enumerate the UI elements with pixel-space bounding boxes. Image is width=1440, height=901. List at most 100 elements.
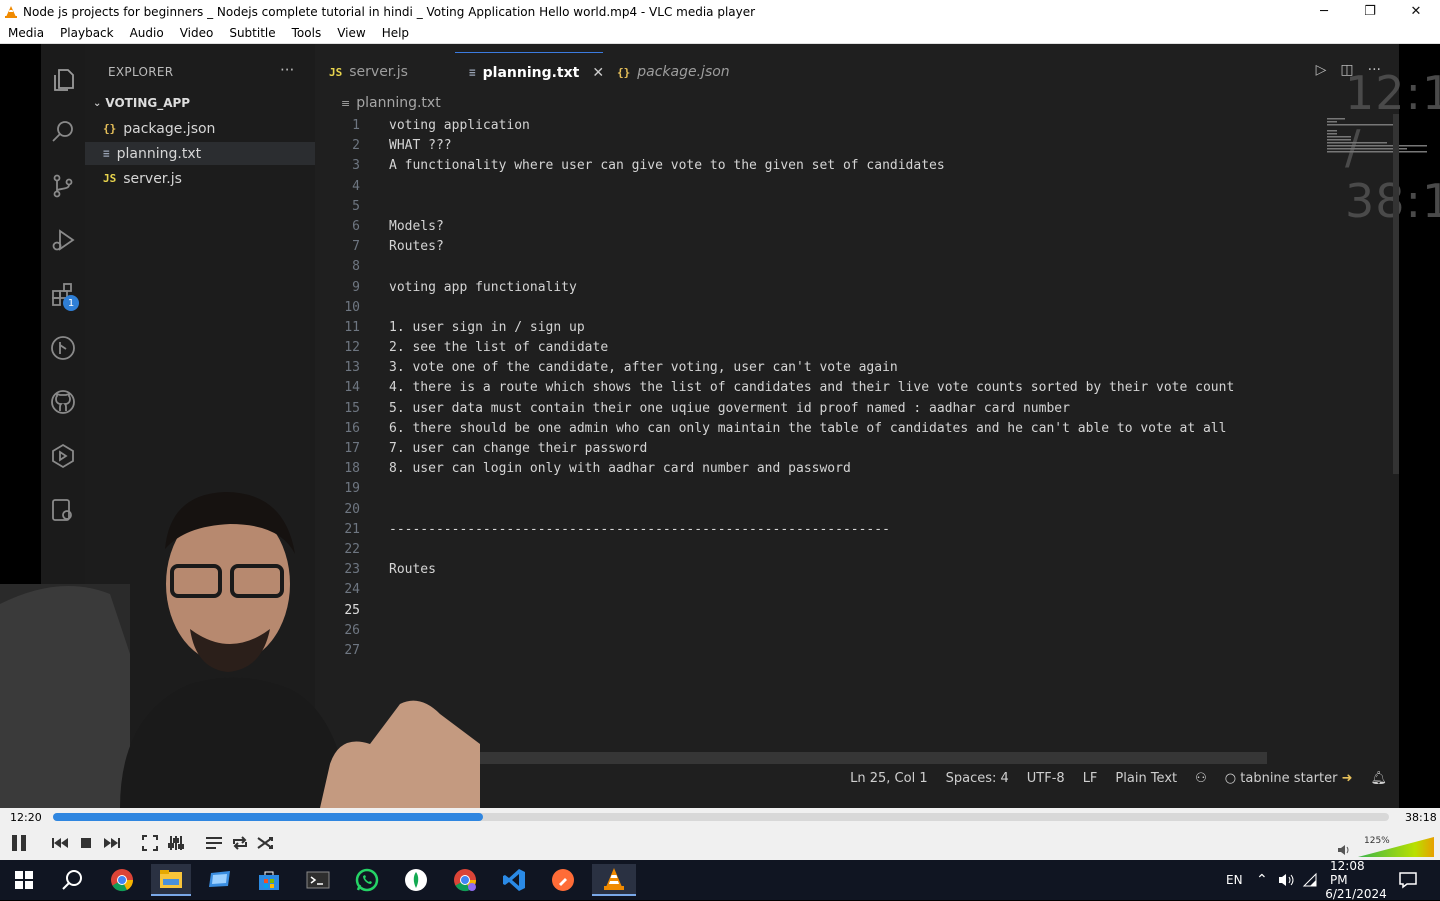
volume-icon[interactable] xyxy=(1278,860,1296,900)
arrow-icon: ➜ xyxy=(1341,770,1353,786)
search-icon[interactable] xyxy=(52,864,92,896)
file-planning-txt[interactable]: ≡ planning.txt xyxy=(85,142,315,165)
seek-bar-progress xyxy=(53,813,484,821)
explorer-title: EXPLORER xyxy=(108,65,174,79)
language-mode[interactable]: Plain Text xyxy=(1115,771,1177,786)
code-line[interactable]: 10 xyxy=(315,298,1399,318)
menu-video[interactable]: Video xyxy=(172,26,222,40)
menu-audio[interactable]: Audio xyxy=(122,26,172,40)
code-line[interactable]: 3 A functionality where user can give vot… xyxy=(315,156,1399,176)
copilot-icon[interactable]: ⚇ xyxy=(1195,771,1207,786)
code-line[interactable]: 4 xyxy=(315,177,1399,197)
shuffle-icon[interactable] xyxy=(255,832,277,854)
menu-media[interactable]: Media xyxy=(0,26,52,40)
microsoft-store-icon[interactable] xyxy=(249,864,289,896)
code-line[interactable]: 15 5. user data must contain their one uq… xyxy=(315,399,1399,419)
notifications-icon[interactable] xyxy=(1398,860,1418,900)
line-text: A functionality where user can give vote… xyxy=(389,158,945,174)
minimize-button[interactable]: ─ xyxy=(1301,0,1347,23)
stop-button[interactable] xyxy=(75,832,97,854)
cursor-position[interactable]: Ln 25, Col 1 xyxy=(850,771,927,786)
menu-subtitle[interactable]: Subtitle xyxy=(221,26,283,40)
line-number: 3 xyxy=(352,158,360,174)
pause-button[interactable] xyxy=(6,832,32,854)
speaker-icon[interactable] xyxy=(1336,842,1352,858)
json-icon: {} xyxy=(103,122,117,135)
code-line[interactable]: 2 WHAT ??? xyxy=(315,136,1399,156)
code-line[interactable]: 14 4. there is a route which shows the li… xyxy=(315,378,1399,398)
folder-voting-app[interactable]: ⌄ VOTING_APP xyxy=(93,96,190,110)
more-actions-icon[interactable]: ··· xyxy=(1368,62,1381,78)
maximize-button[interactable]: ❐ xyxy=(1347,0,1393,23)
code-line[interactable]: 5 xyxy=(315,197,1399,217)
breadcrumb: ≡ planning.txt xyxy=(341,95,441,111)
explorer-more-button[interactable]: ··· xyxy=(280,61,294,79)
code-line[interactable]: 8 xyxy=(315,257,1399,277)
line-number: 11 xyxy=(344,319,360,335)
code-line[interactable]: 12 2. see the list of candidate xyxy=(315,338,1399,358)
line-text xyxy=(360,257,389,277)
indentation[interactable]: Spaces: 4 xyxy=(946,771,1009,786)
line-text: voting app functionality xyxy=(389,279,577,295)
code-line[interactable]: 7 Routes? xyxy=(315,237,1399,257)
previous-button[interactable] xyxy=(49,832,71,854)
remote-desktop-icon[interactable] xyxy=(200,864,240,896)
line-number: 5 xyxy=(352,198,360,214)
mongodb-compass-icon[interactable] xyxy=(396,864,436,896)
horizontal-scrollbar[interactable] xyxy=(389,752,1267,764)
chrome-icon[interactable] xyxy=(102,864,142,896)
windows-start-icon[interactable] xyxy=(4,864,44,896)
line-number: 13 xyxy=(344,360,360,376)
code-line[interactable]: 1 voting application xyxy=(315,116,1399,136)
vlc-icon[interactable] xyxy=(592,864,636,896)
code-line[interactable]: 6 Models? xyxy=(315,217,1399,237)
code-line[interactable]: 16 6. there should be one admin who can o… xyxy=(315,419,1399,439)
code-line[interactable]: 11 1. user sign in / sign up xyxy=(315,318,1399,338)
next-button[interactable] xyxy=(101,832,123,854)
file-package-json[interactable]: {} package.json xyxy=(85,117,315,140)
code-line[interactable]: 9 voting app functionality xyxy=(315,278,1399,298)
file-explorer-icon[interactable] xyxy=(151,864,191,896)
terminal-icon[interactable] xyxy=(298,864,338,896)
video-frame[interactable]: 1 EXPLORER ··· ⌄ VOTING_APP {} package.j… xyxy=(0,44,1440,808)
tab-bar: JS server.js ≡ planning.txt ✕ {} package… xyxy=(315,52,1399,92)
postman-icon[interactable] xyxy=(543,864,583,896)
menu-view[interactable]: View xyxy=(329,26,373,40)
wifi-icon[interactable] xyxy=(1302,860,1320,900)
total-time[interactable]: 38:18 xyxy=(1405,811,1437,824)
notifications-bell-icon[interactable]: 🔔︎ xyxy=(1370,771,1387,786)
split-editor-icon[interactable]: ◫ xyxy=(1340,62,1353,78)
breadcrumb-file[interactable]: planning.txt xyxy=(356,95,440,111)
tabnine-status[interactable]: ○ tabnine starter ➜ xyxy=(1225,771,1353,786)
line-number: 10 xyxy=(344,299,360,315)
js-icon: JS xyxy=(103,172,117,185)
fullscreen-icon[interactable] xyxy=(139,832,161,854)
run-icon[interactable]: ▷ xyxy=(1316,62,1327,78)
code-line[interactable]: 13 3. vote one of the candidate, after vo… xyxy=(315,358,1399,378)
clock[interactable]: 12:08 PM 6/21/2024 xyxy=(1325,859,1387,901)
close-button[interactable]: ✕ xyxy=(1393,0,1439,23)
extended-settings-icon[interactable] xyxy=(165,832,187,854)
file-server-js[interactable]: JS server.js xyxy=(85,167,315,190)
elapsed-time[interactable]: 12:20 xyxy=(10,811,42,824)
playlist-icon[interactable] xyxy=(203,832,225,854)
tab-server-js[interactable]: JS server.js xyxy=(315,52,455,92)
end-of-line[interactable]: LF xyxy=(1083,771,1098,786)
line-text: 4. there is a route which shows the list… xyxy=(389,380,1235,396)
whatsapp-icon[interactable] xyxy=(347,864,387,896)
menu-playback[interactable]: Playback xyxy=(52,26,122,40)
chrome-profile-icon[interactable] xyxy=(445,864,485,896)
tab-planning-txt[interactable]: ≡ planning.txt ✕ xyxy=(455,52,604,92)
encoding[interactable]: UTF-8 xyxy=(1027,771,1065,786)
menu-help[interactable]: Help xyxy=(374,26,417,40)
loop-icon[interactable] xyxy=(229,832,251,854)
show-hidden-icons-icon[interactable]: ⌃ xyxy=(1256,860,1268,900)
editor-actions: ▷ ◫ ··· xyxy=(1316,62,1381,78)
seek-bar[interactable] xyxy=(53,813,1389,821)
vscode-icon[interactable] xyxy=(494,864,534,896)
input-language[interactable]: EN xyxy=(1226,860,1243,900)
tab-package-json[interactable]: {} package.json xyxy=(603,52,744,92)
volume-slider[interactable] xyxy=(1358,836,1434,858)
menu-tools[interactable]: Tools xyxy=(284,26,330,40)
line-text: 3. vote one of the candidate, after voti… xyxy=(389,360,898,376)
